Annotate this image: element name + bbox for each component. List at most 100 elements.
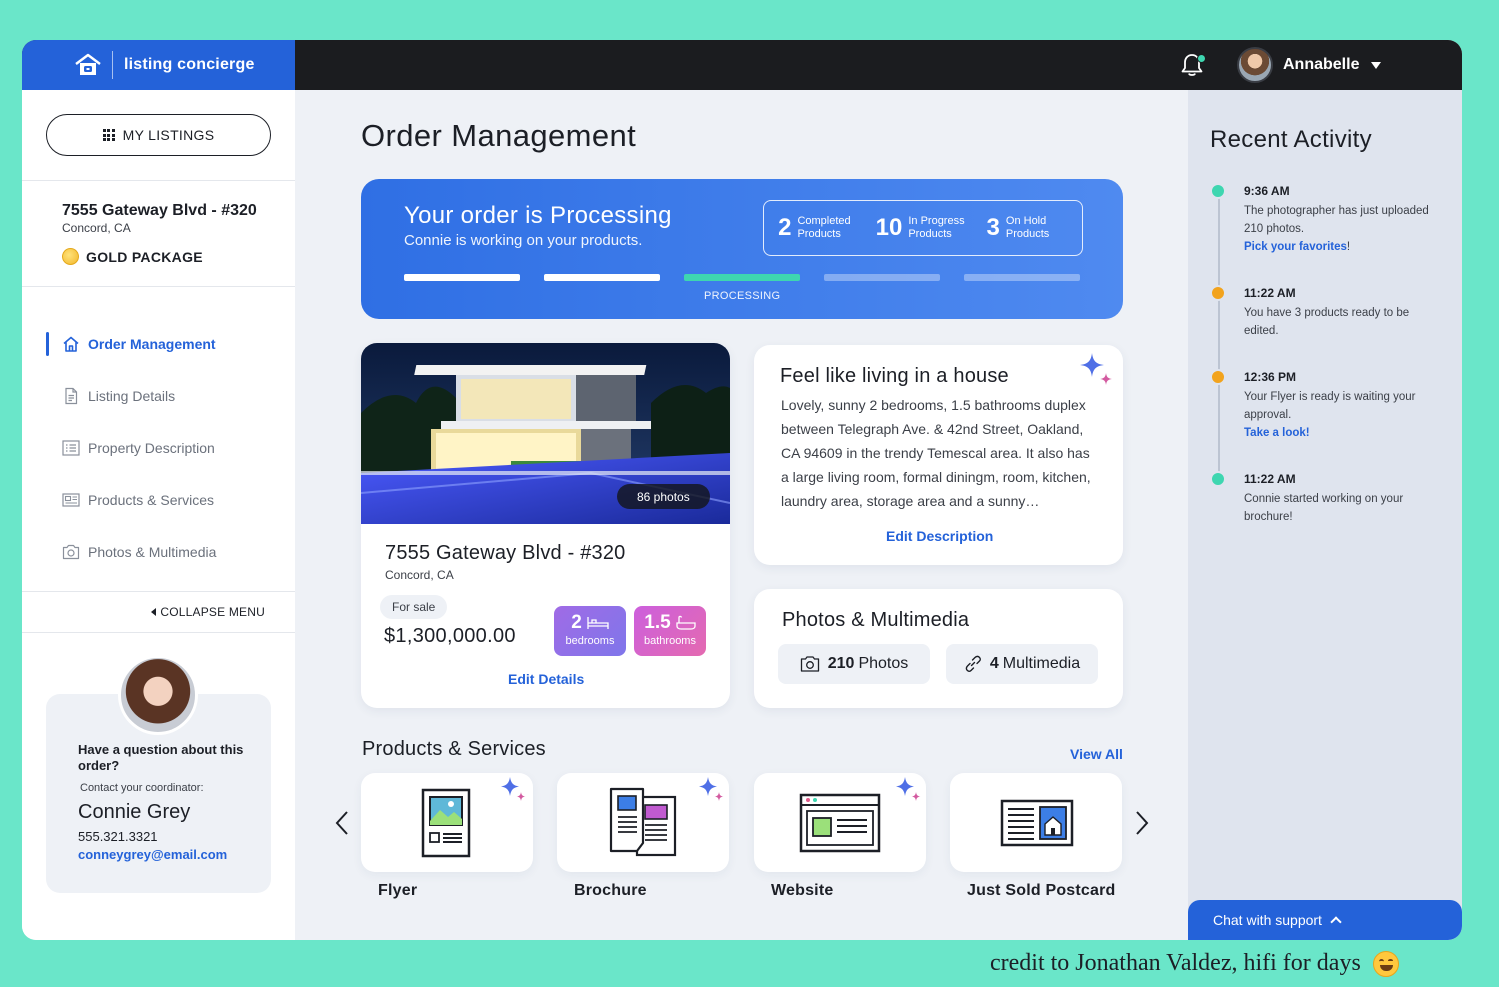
website-icon xyxy=(799,793,881,853)
sidebar-item-order-management[interactable]: Order Management xyxy=(22,318,295,370)
sidebar-item-products-services[interactable]: Products & Services xyxy=(22,474,295,526)
activity-title: Recent Activity xyxy=(1210,126,1372,153)
activity-dot xyxy=(1210,285,1226,301)
product-label: Just Sold Postcard xyxy=(967,882,1116,899)
brand[interactable]: listing concierge xyxy=(22,40,295,90)
collapse-menu-button[interactable]: COLLAPSE MENU xyxy=(151,605,265,619)
postcard-icon xyxy=(1000,799,1074,847)
count-value: 3 xyxy=(986,214,1000,241)
activity-dot xyxy=(1210,471,1226,487)
bathrooms-label: bathrooms xyxy=(644,635,696,647)
activity-time: 11:22 AM xyxy=(1244,286,1296,300)
count-label: In Progress Products xyxy=(908,215,965,240)
notification-indicator xyxy=(1197,54,1206,63)
sidebar-item-property-description[interactable]: Property Description xyxy=(22,422,295,474)
activity-message: The photographer has just uploaded 210 p… xyxy=(1244,205,1429,235)
user-name: Annabelle xyxy=(1283,56,1360,73)
chat-label: Chat with support xyxy=(1213,912,1322,928)
grinning-emoji-icon xyxy=(1372,950,1399,977)
ai-sparkle-icon xyxy=(699,777,724,801)
activity-message: Connie started working on your brochure! xyxy=(1244,493,1404,523)
activity-message: Your Flyer is ready is waiting your appr… xyxy=(1244,391,1416,421)
camera-icon xyxy=(62,543,80,561)
divider xyxy=(22,632,295,633)
top-bar: listing concierge Annabelle xyxy=(22,40,1462,90)
multimedia-button[interactable]: 4 Multimedia xyxy=(946,644,1098,684)
view-all-link[interactable]: View All xyxy=(1070,746,1123,762)
ai-sparkle-icon xyxy=(896,777,921,801)
description-title: Feel like living in a house xyxy=(780,365,1009,387)
photos-count-badge[interactable]: 86 photos xyxy=(617,484,710,509)
product-label: Website xyxy=(771,882,834,899)
gold-coin-icon xyxy=(62,248,79,265)
chevron-left-icon xyxy=(335,811,348,835)
chat-with-support-button[interactable]: Chat with support xyxy=(1188,900,1462,940)
flyer-icon xyxy=(421,788,471,858)
coordinator-avatar xyxy=(118,655,198,735)
left-sidebar: MY LISTINGS 7555 Gateway Blvd - #320 Con… xyxy=(22,90,295,940)
newspaper-icon xyxy=(62,491,80,509)
count-label: On Hold Products xyxy=(1005,215,1050,240)
product-label: Flyer xyxy=(378,882,418,899)
product-flyer[interactable] xyxy=(361,773,533,872)
description-card: Feel like living in a house Lovely, sunn… xyxy=(754,345,1123,565)
carousel-prev-button[interactable] xyxy=(334,810,354,836)
completed-count: 2 Completed Products xyxy=(778,214,859,242)
product-just-sold-postcard[interactable] xyxy=(950,773,1122,872)
list-icon xyxy=(62,439,80,457)
edit-description-link[interactable]: Edit Description xyxy=(886,528,993,544)
count-value: 10 xyxy=(875,214,903,241)
coordinator-email-link[interactable]: conneygrey@email.com xyxy=(78,847,227,862)
user-avatar xyxy=(1237,47,1273,83)
sidebar-nav: Order Management Listing Details Propert… xyxy=(22,318,295,578)
status-title: Your order is Processing xyxy=(404,202,672,229)
listing-city: Concord, CA xyxy=(62,221,131,235)
sidebar-item-label: Order Management xyxy=(88,336,216,352)
description-body: Lovely, sunny 2 bedrooms, 1.5 bathrooms … xyxy=(781,397,1091,509)
activity-text: You have 3 products ready to be edited. xyxy=(1244,304,1429,340)
ai-sparkle-icon xyxy=(1080,353,1112,385)
carousel-next-button[interactable] xyxy=(1134,810,1154,836)
order-status-card: Your order is Processing Connie is worki… xyxy=(361,179,1123,319)
activity-time: 11:22 AM xyxy=(1244,472,1296,486)
product-website[interactable] xyxy=(754,773,926,872)
photos-count: 210 xyxy=(827,655,855,672)
brand-separator xyxy=(112,51,113,79)
count-value: 2 xyxy=(778,214,792,241)
chevron-up-icon xyxy=(1330,916,1342,928)
bedrooms-value: 2 xyxy=(571,612,582,633)
user-menu[interactable]: Annabelle xyxy=(1237,46,1382,84)
my-listings-button[interactable]: MY LISTINGS xyxy=(46,114,271,156)
sidebar-item-label: Listing Details xyxy=(88,388,176,404)
progress-step-done xyxy=(404,274,520,281)
product-brochure[interactable] xyxy=(557,773,729,872)
sidebar-item-label: Photos & Multimedia xyxy=(88,544,217,560)
photos-label: Photos xyxy=(858,655,909,672)
bathrooms-pill: 1.5 bathrooms xyxy=(634,606,706,656)
home-icon xyxy=(62,335,80,353)
house-logo-icon xyxy=(72,52,104,78)
activity-dot xyxy=(1210,183,1226,199)
coordinator-name: Connie Grey xyxy=(78,801,191,823)
photos-multimedia-card: Photos & Multimedia 210 Photos 4 Multime… xyxy=(754,589,1123,708)
notifications-bell-icon[interactable] xyxy=(1180,52,1206,78)
bed-icon xyxy=(587,617,609,629)
listing-card-city: Concord, CA xyxy=(385,568,454,582)
on-hold-count: 3 On Hold Products xyxy=(987,214,1068,242)
bedrooms-pill: 2 bedrooms xyxy=(554,606,626,656)
pick-favorites-link[interactable]: Pick your favorites xyxy=(1244,241,1347,253)
divider xyxy=(22,180,295,181)
brand-name: listing concierge xyxy=(124,56,255,73)
edit-details-link[interactable]: Edit Details xyxy=(508,671,584,687)
grid-icon xyxy=(102,129,115,141)
sidebar-item-photos-multimedia[interactable]: Photos & Multimedia xyxy=(22,526,295,578)
coordinator-contact-label: Contact your coordinator: xyxy=(80,782,204,794)
brochure-icon xyxy=(609,787,677,857)
app-window: listing concierge Annabelle MY LISTINGS … xyxy=(22,40,1462,940)
photos-button[interactable]: 210 Photos xyxy=(778,644,930,684)
multimedia-count: 4 xyxy=(989,655,999,672)
take-a-look-link[interactable]: Take a look! xyxy=(1244,427,1310,439)
listing-card-address: 7555 Gateway Blvd - #320 xyxy=(385,542,626,564)
sidebar-item-listing-details[interactable]: Listing Details xyxy=(22,370,295,422)
page-title: Order Management xyxy=(361,118,637,153)
